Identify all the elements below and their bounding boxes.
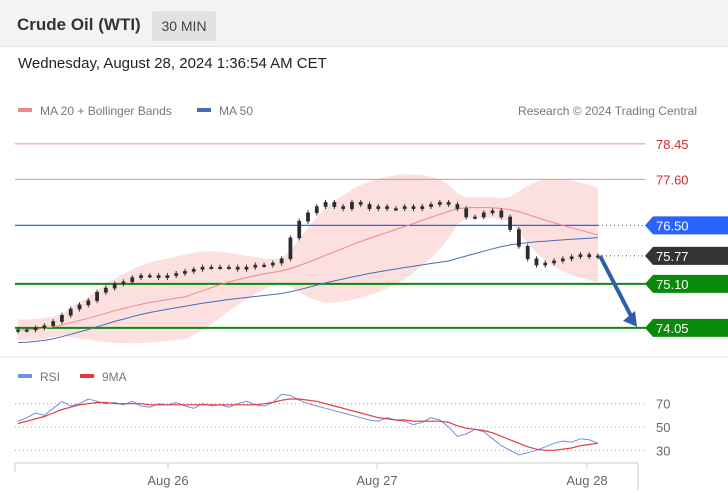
candle <box>446 202 451 205</box>
candle <box>481 212 486 218</box>
candle <box>24 329 29 332</box>
target-tag-label: 74.05 <box>656 321 689 336</box>
research-credit: Research © 2024 Trading Central <box>518 104 697 118</box>
candle <box>455 204 460 209</box>
candle <box>33 327 38 331</box>
price-plot: 78.45 77.60 76.50 75.77 75.10 74.05 <box>15 137 728 344</box>
ma50-legend-label: MA 50 <box>219 104 253 118</box>
candle <box>95 291 99 301</box>
bollinger-band <box>18 174 598 344</box>
candle <box>437 202 442 205</box>
candle <box>121 281 126 285</box>
candle <box>587 254 592 258</box>
candle <box>51 321 56 327</box>
rsi-level-label: 50 <box>656 420 670 435</box>
candle <box>429 204 433 207</box>
rsi-legend-swatch <box>18 374 32 378</box>
pivot-tag-label: 76.50 <box>656 218 689 233</box>
candle <box>358 202 363 205</box>
last-tag-label: 75.77 <box>656 249 689 264</box>
candle <box>473 216 477 219</box>
candle <box>139 275 143 278</box>
candle <box>200 266 205 270</box>
candle <box>341 206 346 209</box>
x-tick-label: Aug 28 <box>566 473 607 488</box>
candle <box>420 206 425 209</box>
candle <box>156 275 161 278</box>
candle <box>147 275 152 278</box>
rsi-level-label: 30 <box>656 443 670 458</box>
ma50-legend-swatch <box>197 108 211 112</box>
candle <box>279 258 284 264</box>
ma20-legend-label: MA 20 + Bollinger Bands <box>40 104 172 118</box>
candle <box>385 206 389 209</box>
ma9-legend-swatch <box>80 374 94 378</box>
forecast-arrow-shaft <box>598 254 635 321</box>
rsi-ma9-line <box>17 398 599 451</box>
candle <box>569 256 574 260</box>
candle <box>350 202 354 209</box>
candle <box>306 212 310 222</box>
candle <box>112 283 117 289</box>
candle <box>402 206 407 209</box>
candle <box>16 329 20 332</box>
chart-page: Crude Oil (WTI) 30 MIN Wednesday, August… <box>0 0 728 493</box>
candle <box>578 254 583 258</box>
candle <box>332 202 337 207</box>
candle <box>244 266 249 270</box>
candle <box>376 206 381 209</box>
candle <box>534 258 539 266</box>
candle <box>262 264 266 267</box>
rsi-legend-label: RSI <box>40 370 60 384</box>
candle <box>464 208 469 218</box>
candle <box>174 273 179 276</box>
candle <box>86 300 91 306</box>
candle <box>393 208 398 211</box>
candle <box>543 262 548 266</box>
candle <box>235 266 240 270</box>
candle <box>68 308 73 316</box>
resistance-label: 78.45 <box>656 137 689 152</box>
candle <box>42 325 47 329</box>
x-tick-label: Aug 26 <box>147 473 188 488</box>
candle <box>560 258 565 262</box>
ma9-legend-label: 9MA <box>102 370 127 384</box>
candle <box>270 262 275 266</box>
x-axis-ticks: Aug 26 Aug 27 Aug 28 <box>147 463 608 488</box>
support-tag-label: 75.10 <box>656 277 689 292</box>
candle <box>218 266 223 269</box>
candle <box>552 260 556 264</box>
candle <box>297 220 302 239</box>
rsi-plot: 70 50 30 <box>15 393 670 458</box>
candle <box>165 275 170 278</box>
resistance-label: 77.60 <box>656 172 689 187</box>
candle <box>288 237 293 260</box>
candle <box>517 229 521 247</box>
x-tick-label: Aug 27 <box>356 473 397 488</box>
price-chart: MA 20 + Bollinger Bands MA 50 Research ©… <box>0 104 728 490</box>
rsi-level-label: 70 <box>656 397 670 412</box>
candle <box>367 204 372 209</box>
candle <box>314 206 319 214</box>
candle <box>508 216 513 230</box>
candle <box>525 245 530 260</box>
candle <box>183 271 187 274</box>
candle <box>253 264 258 268</box>
candle <box>411 206 416 209</box>
candle <box>103 287 108 293</box>
candle <box>209 266 214 269</box>
candle <box>130 277 135 283</box>
candle <box>227 266 231 269</box>
candle <box>499 210 504 218</box>
ma20-legend-swatch <box>18 108 32 112</box>
candle <box>490 210 495 214</box>
candle <box>323 202 328 207</box>
candle <box>191 268 196 272</box>
candle <box>77 304 82 310</box>
candle <box>60 314 64 322</box>
